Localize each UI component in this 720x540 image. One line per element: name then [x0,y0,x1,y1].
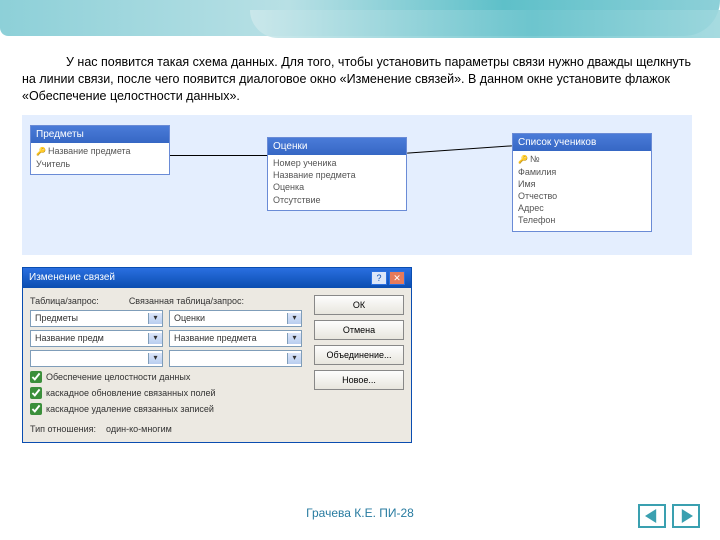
field: Адрес [518,202,646,214]
field-pk: Название предмета [36,145,164,158]
table-title: Оценки [268,138,406,156]
checkbox-cascade-delete[interactable]: каскадное удаление связанных записей [30,403,302,415]
field: Оценка [273,181,401,193]
cancel-button[interactable]: Отмена [314,320,404,340]
label-related-table: Связанная таблица/запрос: [129,295,244,307]
field: Отчество [518,190,646,202]
dialog-title-text: Изменение связей [29,271,115,285]
relation-type-label: Тип отношения: [30,424,96,434]
footer-author: Грачева К.Е. ПИ-28 [0,506,720,520]
checkbox-label: каскадное удаление связанных записей [46,403,214,415]
chevron-down-icon: ▾ [287,333,301,344]
checkbox-label: каскадное обновление связанных полей [46,387,216,399]
chevron-down-icon: ▾ [287,313,301,324]
triangle-left-icon [645,509,659,523]
checkbox-integrity[interactable]: Обеспечение целостности данных [30,371,302,383]
checkbox-input[interactable] [30,371,42,383]
next-slide-button[interactable] [672,504,700,528]
instruction-text: У нас появится такая схема данных. Для т… [22,54,698,105]
main-content: У нас появится такая схема данных. Для т… [22,54,698,443]
relation-type-value: один-ко-многим [106,424,172,434]
combo-empty-right[interactable]: ▾ [169,350,302,367]
checkbox-cascade-update[interactable]: каскадное обновление связанных полей [30,387,302,399]
ok-button[interactable]: ОК [314,295,404,315]
help-icon[interactable]: ? [371,271,387,285]
slide-nav [638,504,700,528]
field: Номер ученика [273,157,401,169]
combo-value: Предметы [31,312,148,324]
combo-related-table[interactable]: Оценки ▾ [169,310,302,327]
prev-slide-button[interactable] [638,504,666,528]
checkbox-input[interactable] [30,403,42,415]
dialog-titlebar: Изменение связей ? ✕ [23,268,411,288]
field: Отсутствие [273,194,401,206]
field: Фамилия [518,166,646,178]
close-icon[interactable]: ✕ [389,271,405,285]
join-button[interactable]: Объединение... [314,345,404,365]
decorative-wave-2 [250,10,720,38]
field-pk: № [518,153,646,166]
table-predmety[interactable]: Предметы Название предмета Учитель [30,125,170,175]
triangle-right-icon [679,509,693,523]
combo-value: Оценки [170,312,287,324]
relationship-line[interactable] [170,155,267,156]
combo-value: Название предмета [170,332,287,344]
new-button[interactable]: Новое... [314,370,404,390]
combo-field-right[interactable]: Название предмета ▾ [169,330,302,347]
checkbox-label: Обеспечение целостности данных [46,371,190,383]
combo-value: Название предм [31,332,148,344]
checkbox-input[interactable] [30,387,42,399]
field: Название предмета [273,169,401,181]
field: Телефон [518,214,646,226]
chevron-down-icon: ▾ [287,353,301,364]
table-title: Предметы [31,126,169,144]
edit-relationships-dialog: Изменение связей ? ✕ Таблица/запрос: Свя… [22,267,412,444]
chevron-down-icon: ▾ [148,313,162,324]
relationship-line[interactable] [407,145,512,153]
label-table: Таблица/запрос: [30,295,99,307]
table-spisok[interactable]: Список учеников № Фамилия Имя Отчество А… [512,133,652,232]
chevron-down-icon: ▾ [148,353,162,364]
combo-field-left[interactable]: Название предм ▾ [30,330,163,347]
field: Учитель [36,158,164,170]
table-title: Список учеников [513,134,651,152]
combo-table[interactable]: Предметы ▾ [30,310,163,327]
chevron-down-icon: ▾ [148,333,162,344]
field: Имя [518,178,646,190]
table-ocenki[interactable]: Оценки Номер ученика Название предмета О… [267,137,407,211]
combo-empty-left[interactable]: ▾ [30,350,163,367]
relationship-schema: Предметы Название предмета Учитель Оценк… [22,115,692,255]
